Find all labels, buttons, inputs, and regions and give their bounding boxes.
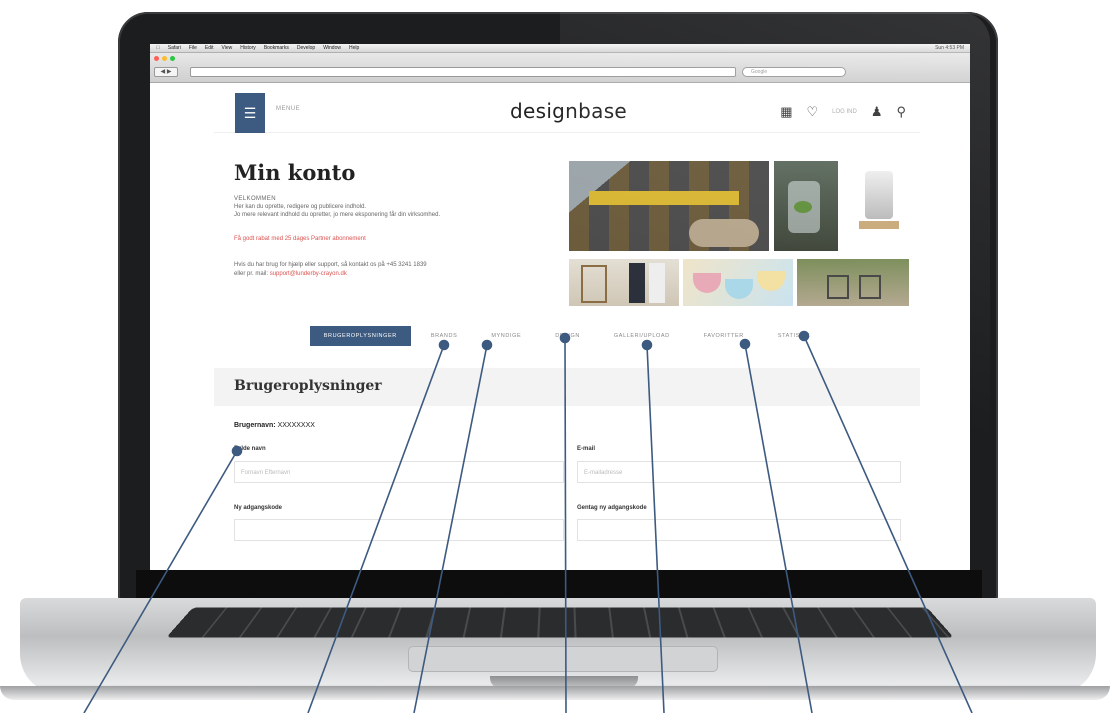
account-tabs: BRUGEROPLYSNINGER BRANDS MYNDIGE DESIGN … [214,321,920,351]
menu-safari[interactable]: Safari [168,45,181,51]
email-input[interactable]: E-mailadresse [577,461,901,483]
profile-section-header: Brugeroplysninger [214,368,920,406]
heart-icon[interactable]: ♡ [806,104,818,120]
patio-chair [827,275,849,299]
menu-help[interactable]: Help [349,45,359,51]
email-label: E-mail [577,446,596,452]
window-controls [154,56,175,61]
menu-history[interactable]: History [240,45,256,51]
minimize-window-icon[interactable] [162,56,167,61]
screen:  Safari File Edit View History Bookmark… [150,44,970,570]
tab-favoritter[interactable]: FAVORITTER [690,326,758,346]
menu-edit[interactable]: Edit [205,45,214,51]
tab-brands[interactable]: BRANDS [417,326,472,346]
support-text: Hvis du har brug for hjælp eller support… [234,261,564,279]
new-password-input[interactable] [234,519,564,541]
support-email-line: eller pr. mail: support@lunderby-crayon.… [234,270,564,279]
apple-icon[interactable]:  [156,45,160,51]
support-email-prefix: eller pr. mail: [234,271,270,277]
tab-design[interactable]: DESIGN [541,326,594,346]
menubar-clock: Sun 4:53 PM [935,45,964,51]
photo-blanket [569,161,769,251]
wardrobe-rack [581,265,607,303]
username-row: Brugernavn: XXXXXXXX [234,422,315,429]
full-name-input[interactable]: Fornavn Efternavn [234,461,564,483]
wardrobe-coat [649,263,665,303]
welcome-line: Her kan du oprette, redigere og publicer… [234,204,367,210]
site-logo[interactable]: designbase [510,99,627,123]
username-label: Brugernavn: [234,422,276,429]
page-title: Min konto [234,160,356,185]
welcome-heading: VELKOMMEN [234,196,276,202]
close-window-icon[interactable] [154,56,159,61]
cup-yellow [757,271,785,291]
repeat-password-input[interactable] [577,519,901,541]
photo-patio [797,259,909,306]
welcome-text: VELKOMMEN Her kan du oprette, redigere o… [234,195,564,219]
vase-plant [794,201,812,213]
site-header: ☰ MENUE designbase ▦ ♡ LOG IND ♟ ⚲ [214,89,920,133]
user-icon[interactable]: ♟ [871,104,883,120]
support-phone-line: Hvis du har brug for hjælp eller support… [234,262,427,268]
menu-develop[interactable]: Develop [297,45,315,51]
menu-label[interactable]: MENUE [276,106,300,112]
tab-galleri-upload[interactable]: GALLERI/UPLOAD [600,326,684,346]
mirror-frame [865,171,893,219]
hamburger-icon: ☰ [243,104,257,121]
blanket-stripe [589,191,739,205]
new-password-label: Ny adgangskode [234,505,283,511]
patio-chair [859,275,881,299]
tab-brugeroplysninger[interactable]: BRUGEROPLYSNINGER [309,326,411,346]
mirror-stand [859,221,899,229]
cup-blue [725,279,753,299]
screen-bezel [136,570,982,598]
promo-link[interactable]: Få godt rabat med 25 dages Partner abonn… [234,236,366,242]
menu-view[interactable]: View [222,45,233,51]
username-value: XXXXXXXX [277,422,315,429]
menu-window[interactable]: Window [323,45,341,51]
grid-icon[interactable]: ▦ [780,104,792,120]
browser-toolbar: ◀ ▶ Google [150,53,970,83]
tab-statistik[interactable]: STATISTIK [764,326,824,346]
tab-myndige[interactable]: MYNDIGE [477,326,535,346]
trackpad [408,646,718,672]
back-forward-buttons[interactable]: ◀ ▶ [154,67,178,77]
photo-vase [774,161,838,251]
zoom-window-icon[interactable] [170,56,175,61]
repeat-password-label: Gentag ny adgangskode [577,505,647,511]
laptop-base-edge [0,686,1110,700]
website: ☰ MENUE designbase ▦ ♡ LOG IND ♟ ⚲ Min k… [214,89,920,570]
photo-wardrobe [569,259,679,306]
wardrobe-coat [629,263,645,303]
photo-cups [683,259,793,306]
welcome-line: Jo mere relevant indhold du opretter, jo… [234,212,441,218]
section-title: Brugeroplysninger [234,378,382,394]
menu-bookmarks[interactable]: Bookmarks [264,45,289,51]
header-icons: ▦ ♡ LOG IND ♟ ⚲ [780,104,906,120]
search-icon[interactable]: ⚲ [896,104,906,120]
cup-pink [693,273,721,293]
login-link[interactable]: LOG IND [832,109,857,115]
keyboard [166,607,954,638]
blanket-pillow [689,219,759,247]
hamburger-menu-button[interactable]: ☰ [235,93,265,133]
menu-file[interactable]: File [189,45,197,51]
photo-mirror [849,161,909,251]
full-name-label: Fulde navn [234,446,266,452]
address-bar[interactable] [190,67,736,77]
support-email-link[interactable]: support@lunderby-crayon.dk [270,271,347,277]
search-field[interactable]: Google [742,67,846,77]
mac-menubar:  Safari File Edit View History Bookmark… [150,44,970,53]
